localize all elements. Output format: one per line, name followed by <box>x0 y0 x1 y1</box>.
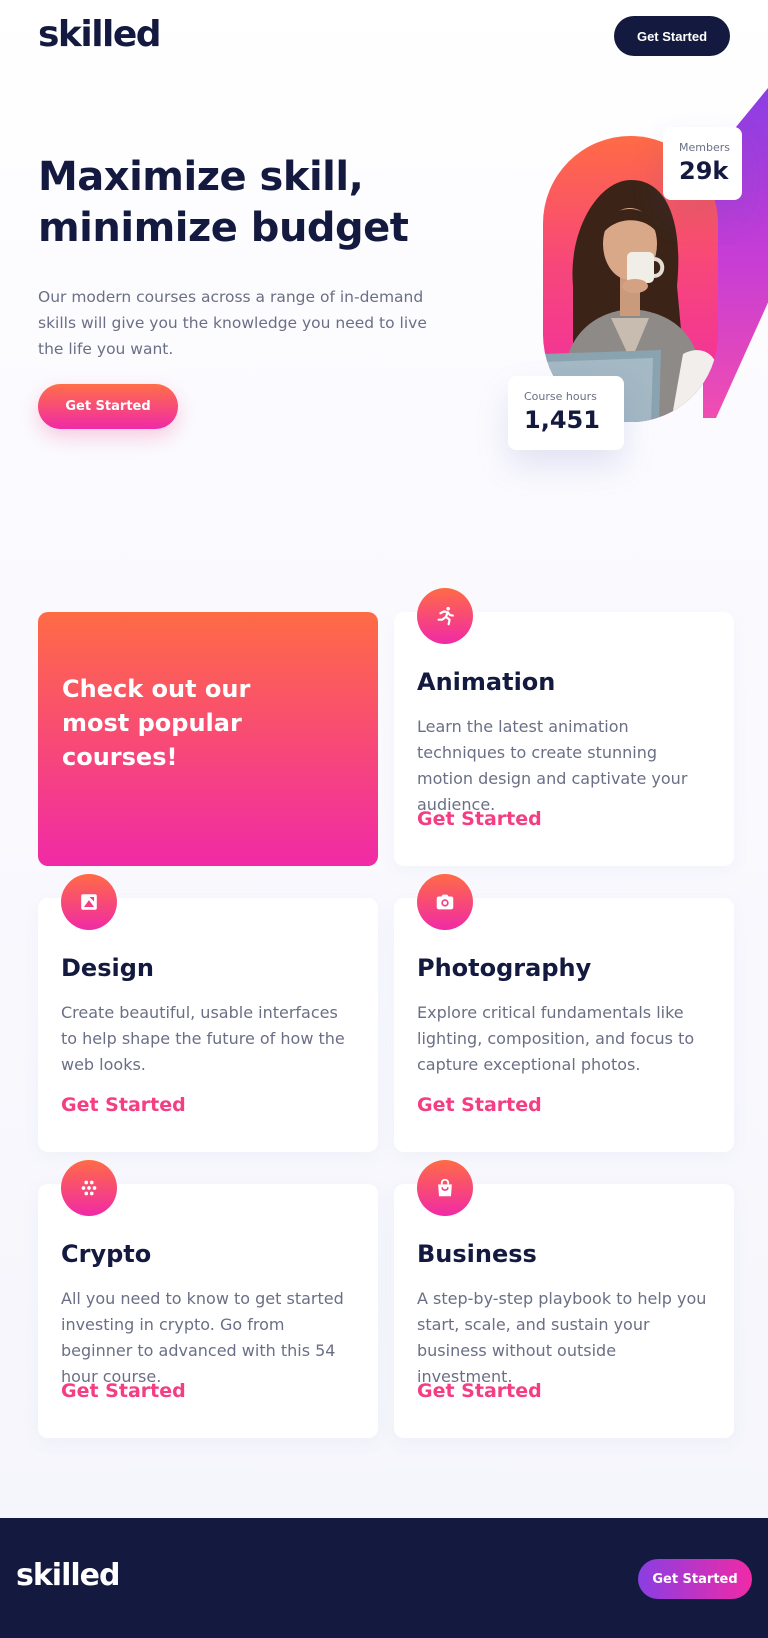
course-card-animation: Animation Learn the latest animation tec… <box>394 588 734 866</box>
course-title: Business <box>417 1240 537 1268</box>
popular-courses-banner: Check out our most popular courses! <box>38 612 378 866</box>
hero-get-started-button[interactable]: Get Started <box>38 384 178 429</box>
course-title: Crypto <box>61 1240 152 1268</box>
camera-icon <box>417 874 473 930</box>
site-header: skilled Get Started <box>0 0 768 90</box>
site-footer: skilled Get Started <box>0 1518 768 1638</box>
course-get-started-link[interactable]: Get Started <box>417 1094 542 1116</box>
members-stat-card: Members 29k <box>663 127 742 200</box>
course-title: Photography <box>417 954 592 982</box>
course-description: A step-by-step playbook to help you star… <box>417 1289 707 1386</box>
hero-illustration: Members 29k Course hours 1,451 <box>500 80 768 480</box>
footer-logo[interactable]: skilled <box>16 1558 120 1593</box>
hero-description: Our modern courses across a range of in-… <box>38 288 427 358</box>
course-card-crypto: Crypto All you need to know to get start… <box>38 1160 378 1438</box>
course-hours-stat-card: Course hours 1,451 <box>508 376 624 450</box>
popular-courses-title: Check out our most popular courses! <box>62 675 251 771</box>
course-description: Explore critical fundamentals like light… <box>417 1003 695 1074</box>
header-get-started-button[interactable]: Get Started <box>614 16 730 56</box>
course-description: Learn the latest animation techniques to… <box>417 717 688 814</box>
crypto-icon <box>61 1160 117 1216</box>
shopping-bag-icon <box>417 1160 473 1216</box>
course-title: Animation <box>417 668 556 696</box>
course-get-started-link[interactable]: Get Started <box>61 1094 186 1116</box>
course-get-started-link[interactable]: Get Started <box>61 1380 186 1402</box>
hero-title: Maximize skill, minimize budget <box>38 154 409 251</box>
course-description: Create beautiful, usable interfaces to h… <box>61 1003 345 1074</box>
course-get-started-link[interactable]: Get Started <box>417 1380 542 1402</box>
members-label: Members <box>679 141 730 154</box>
design-icon <box>61 874 117 930</box>
footer-get-started-button[interactable]: Get Started <box>638 1559 752 1599</box>
course-hours-label: Course hours <box>524 390 597 403</box>
course-hours-value: 1,451 <box>524 406 600 434</box>
running-person-icon <box>417 588 473 644</box>
course-card-photography: Photography Explore critical fundamental… <box>394 874 734 1152</box>
course-get-started-link[interactable]: Get Started <box>417 808 542 830</box>
logo[interactable]: skilled <box>38 14 162 55</box>
course-description: All you need to know to get started inve… <box>61 1289 344 1386</box>
course-card-business: Business A step-by-step playbook to help… <box>394 1160 734 1438</box>
course-title: Design <box>61 954 154 982</box>
course-card-design: Design Create beautiful, usable interfac… <box>38 874 378 1152</box>
members-value: 29k <box>679 157 729 185</box>
